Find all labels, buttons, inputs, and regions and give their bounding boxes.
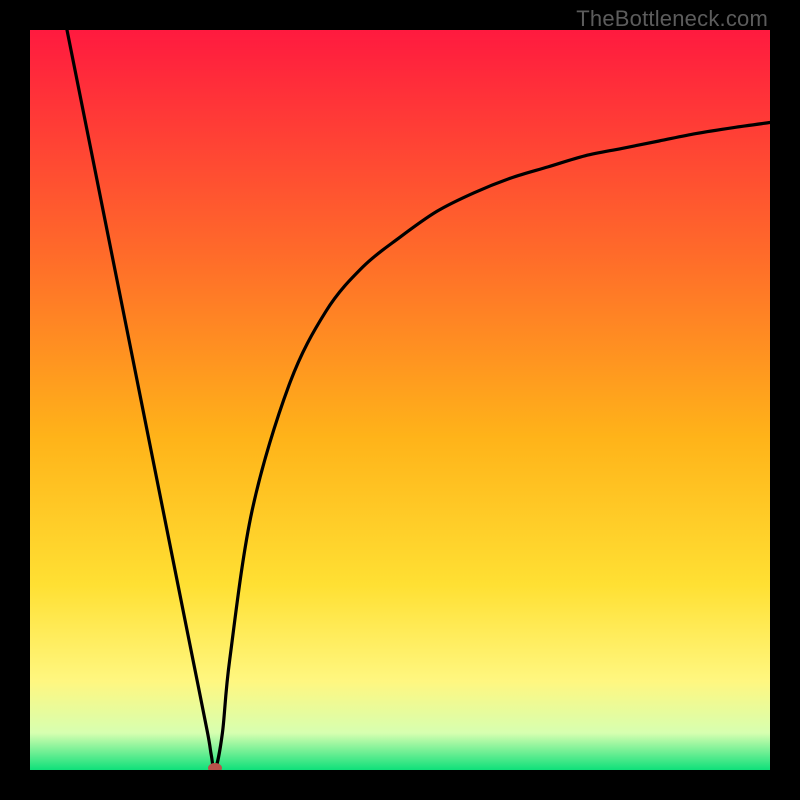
chart-frame (30, 30, 770, 770)
watermark-text: TheBottleneck.com (576, 6, 768, 32)
chart-svg (30, 30, 770, 770)
